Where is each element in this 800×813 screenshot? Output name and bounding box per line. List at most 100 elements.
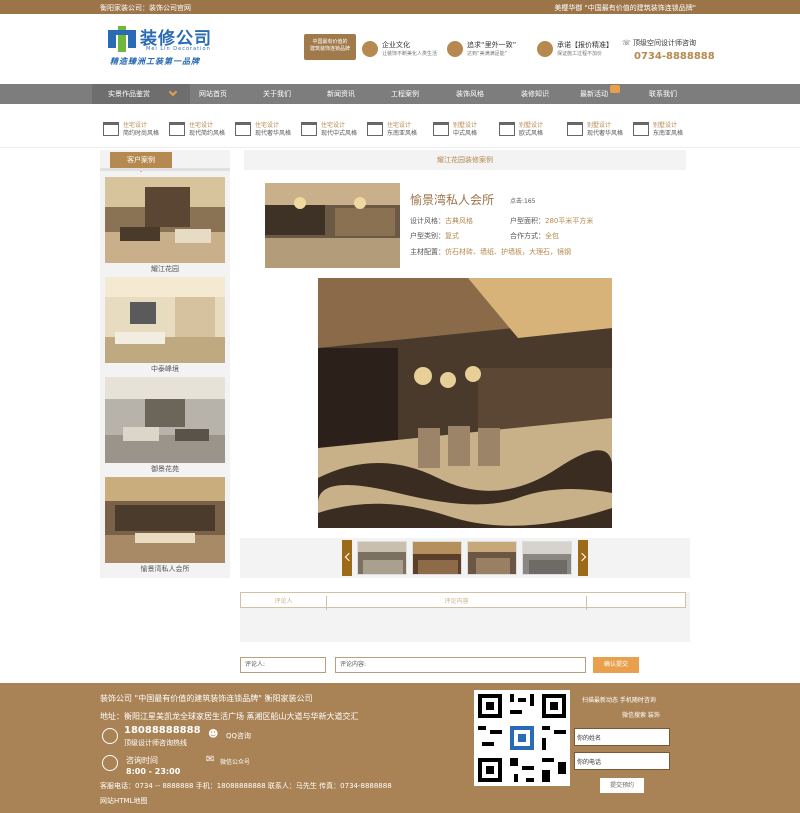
section-title: 耀江花园装修案例 xyxy=(244,150,686,170)
spec-materials: 主材配置：仿石材砖、墙纸、护墙板，大理石，镜钢 xyxy=(410,247,571,257)
comments-header: 评论人 评论内容 xyxy=(240,592,686,610)
footer-hotline-label: 顶级设计师咨询热线 xyxy=(124,739,187,747)
feature-sub: 让装饰不断美化人类生活 xyxy=(382,51,438,57)
comment-content-input[interactable]: 评论内容: xyxy=(335,657,586,673)
project-cover-image[interactable] xyxy=(265,183,400,268)
case-photo xyxy=(105,377,225,463)
wechat-link[interactable]: 微信公众号 xyxy=(220,757,250,766)
category-icon xyxy=(499,122,515,136)
spec-value: 复式 xyxy=(445,232,459,240)
feature-sub: 保证施工过程不加价 xyxy=(557,51,603,57)
comment-person-input[interactable]: 评论人: xyxy=(240,657,326,673)
prev-arrow-icon[interactable] xyxy=(342,540,352,576)
category-icon xyxy=(301,122,317,136)
top-bar: 衡阳家装公司：装饰公司官网 美樱华御 "中国最有价值的建筑装饰连锁品牌" xyxy=(0,0,800,14)
nav-item-contact[interactable]: 联系我们 xyxy=(649,89,677,99)
category-icon xyxy=(433,122,449,136)
category-style: 欧式风格 xyxy=(519,130,544,137)
case-caption[interactable]: 耀江花园 xyxy=(100,264,230,274)
sitemap-link[interactable]: 网站HTML地图 xyxy=(100,796,147,806)
style-categories: 住宅设计 简约时尚风格 住宅设计 现代简约风格 住宅设计 现代奢华风格 住宅设计 现代中… xyxy=(0,104,800,148)
clock-icon xyxy=(102,755,118,771)
category-style: 简约时尚风格 xyxy=(123,130,160,137)
qq-icon[interactable]: ☻ xyxy=(208,729,218,740)
main-nav: 实景作品鉴赏 网站首页 关于我们 新闻资讯 工程案例 装饰风格 装修知识 最新活… xyxy=(0,84,800,104)
case-thumbnail[interactable] xyxy=(105,177,225,263)
spec-type: 户型类别：复式 xyxy=(410,231,459,241)
nav-item-styles[interactable]: 装饰风格 xyxy=(456,89,484,99)
case-photo xyxy=(105,277,225,363)
project-title: 愉景湾私人会所 xyxy=(410,193,495,207)
top-bar-left-text: 衡阳家装公司：装饰公司官网 xyxy=(100,4,191,12)
category-style: 现代中式风格 xyxy=(321,130,358,137)
nav-item-knowledge[interactable]: 装修知识 xyxy=(521,89,549,99)
case-photo xyxy=(105,477,225,563)
case-thumbnail[interactable] xyxy=(105,277,225,363)
case-caption[interactable]: 御景花苑 xyxy=(100,464,230,474)
top-bar-right-text: 美樱华御 "中国最有价值的建筑装饰连锁品牌" xyxy=(554,4,696,12)
spec-style: 设计风格：古典风格 xyxy=(410,216,473,226)
case-caption[interactable]: 中泰峰境 xyxy=(100,364,230,374)
booking-submit-button[interactable]: 提交预约 xyxy=(600,778,644,793)
site-logo[interactable]: 装修公司 Mei Lin Decoration 精造臻洲工装第一品牌 xyxy=(108,24,218,72)
thumbnail-strip xyxy=(240,538,690,578)
spec-label: 合作方式： xyxy=(510,232,545,240)
footer-contacts: 客服电话：0734 -- 8888888 手机：18088888888 联系人：… xyxy=(100,782,392,790)
comment-submit-button[interactable]: 确认提交 xyxy=(593,657,639,673)
project-large-photo xyxy=(318,278,612,528)
nav-item-about[interactable]: 关于我们 xyxy=(263,89,291,99)
money-icon xyxy=(537,41,553,57)
category-icon xyxy=(235,122,251,136)
qr-code xyxy=(474,690,570,786)
spec-label: 主材配置： xyxy=(410,248,445,256)
header-phone: ☏ 顶级空间设计师咨询 0734-8888888 xyxy=(622,38,715,62)
feature-title: 企业文化 xyxy=(382,41,410,49)
sidebar-title: 客户案例 xyxy=(110,152,172,172)
nav-item-gallery[interactable]: 实景作品鉴赏 xyxy=(92,84,190,104)
brand-badge-line2: 建筑装饰连锁品牌 xyxy=(309,46,350,52)
spec-label: 户型类别： xyxy=(410,232,445,240)
qq-link[interactable]: QQ咨询 xyxy=(226,731,251,741)
feature-sub: 达到“美满满足能” xyxy=(467,51,508,57)
site-footer: 装饰公司 "中国最有价值的建筑装饰连锁品牌" 衡阳家装公司 地址：衡阳江星美凯龙… xyxy=(0,683,800,813)
category-style: 东南亚风格 xyxy=(653,130,684,137)
category-icon xyxy=(367,122,383,136)
category-icon xyxy=(169,122,185,136)
strip-thumbnail[interactable] xyxy=(357,541,407,575)
nav-item-news[interactable]: 新闻资讯 xyxy=(327,89,355,99)
spec-label: 设计风格： xyxy=(410,217,445,225)
comments-col-person: 评论人 xyxy=(241,596,327,610)
project-photo xyxy=(265,183,400,268)
strip-photo xyxy=(358,542,406,574)
nav-item-home[interactable]: 网站首页 xyxy=(199,89,227,99)
category-style: 东南亚风格 xyxy=(387,130,418,137)
click-count: 点击:165 xyxy=(510,198,536,205)
category-style: 现代奢华风格 xyxy=(587,130,624,137)
comments-table: 评论人 评论内容 xyxy=(240,592,690,642)
booking-name-input[interactable]: 你的姓名 xyxy=(574,728,670,746)
case-caption[interactable]: 愉景湾私人会所 xyxy=(100,564,230,574)
site-header: 装修公司 Mei Lin Decoration 精造臻洲工装第一品牌 中国最有价… xyxy=(0,14,800,84)
category-icon xyxy=(633,122,649,136)
strip-thumbnail[interactable] xyxy=(467,541,517,575)
logo-slogan: 精造臻洲工装第一品牌 xyxy=(110,57,200,66)
spec-value: 全包 xyxy=(545,232,559,240)
project-main-image[interactable] xyxy=(318,278,612,528)
spec-cooperation: 合作方式：全包 xyxy=(510,231,559,241)
strip-thumbnail[interactable] xyxy=(522,541,572,575)
next-arrow-icon[interactable] xyxy=(578,540,588,576)
case-thumbnail[interactable] xyxy=(105,477,225,563)
category-style: 中式风格 xyxy=(453,130,478,137)
category-icon xyxy=(567,122,583,136)
booking-phone-input[interactable]: 你的电话 xyxy=(574,752,670,770)
feature-title: 追求“里外一致” xyxy=(467,41,517,49)
nav-item-events[interactable]: 最新活动 xyxy=(580,89,608,99)
nav-item-cases[interactable]: 工程案例 xyxy=(391,89,419,99)
case-thumbnail[interactable] xyxy=(105,377,225,463)
spec-value: 古典风格 xyxy=(445,217,473,225)
strip-thumbnail[interactable] xyxy=(412,541,462,575)
category-icon xyxy=(103,122,119,136)
strip-photo xyxy=(523,542,571,574)
wechat-icon[interactable]: ✉ xyxy=(206,754,214,765)
logo-mark-icon xyxy=(108,26,136,52)
